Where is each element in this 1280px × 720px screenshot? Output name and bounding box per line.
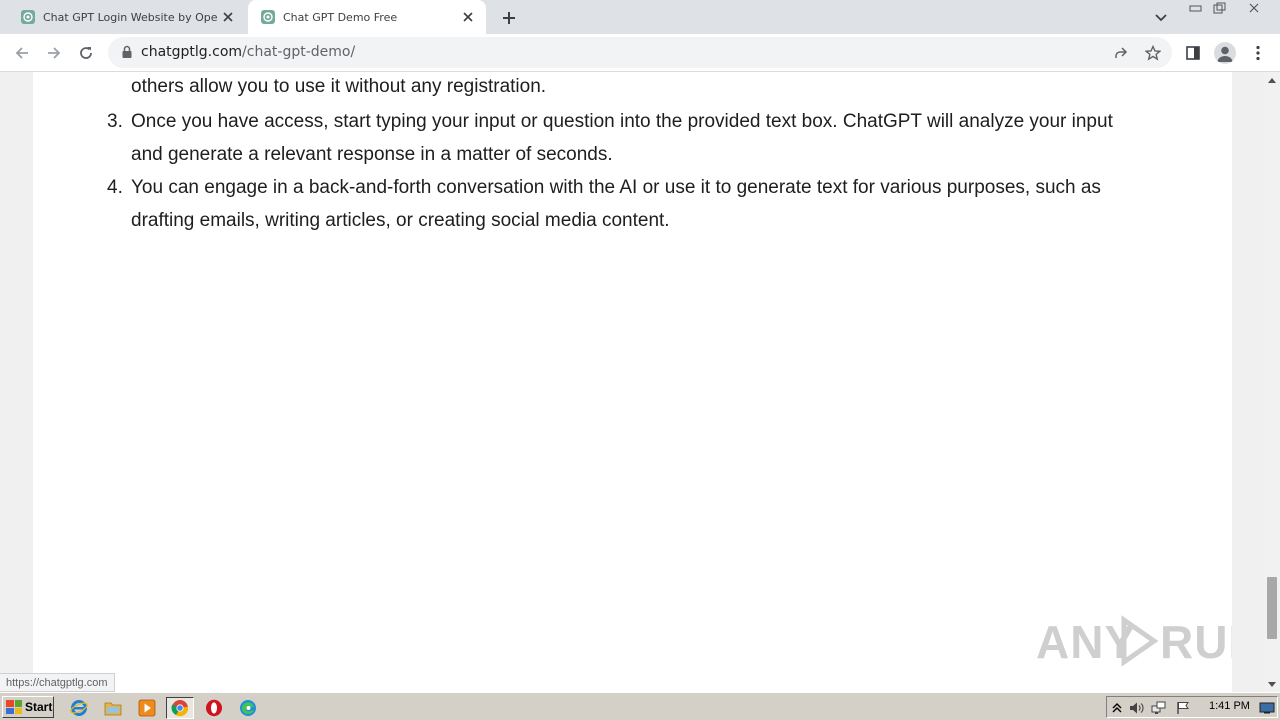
url-domain: chatgptlg.com [141, 44, 243, 60]
svg-text:RUN: RUN [1160, 616, 1232, 668]
url-text: chatgptlg.com/chat-gpt-demo/ [141, 44, 355, 60]
scroll-down-arrow-icon[interactable] [1264, 676, 1280, 692]
openai-logo-icon [260, 9, 276, 25]
profile-avatar[interactable] [1211, 39, 1239, 67]
list-number: 3. [107, 111, 123, 132]
anyrun-watermark-logo: ANY RUN [1036, 610, 1232, 672]
volume-icon[interactable] [1129, 700, 1145, 716]
taskbar-clock[interactable]: 1:41 PM [1209, 700, 1250, 712]
windows-flag-icon [6, 700, 22, 714]
list-item-line: and generate a relevant response in a ma… [131, 144, 613, 165]
menu-kebab-icon[interactable] [1244, 39, 1272, 67]
close-tab-icon[interactable] [218, 7, 238, 27]
scroll-up-arrow-icon[interactable] [1264, 72, 1280, 88]
list-item-continuation: others allow you to use it without any r… [131, 72, 1211, 102]
list-item-line: You can engage in a back-and-forth conve… [131, 177, 1101, 198]
list-item-line: drafting emails, writing articles, or cr… [131, 210, 670, 231]
tab-chatgpt-demo[interactable]: Chat GPT Demo Free [248, 0, 486, 34]
internet-explorer-icon[interactable] [68, 697, 90, 719]
opera-icon[interactable] [203, 697, 225, 719]
action-center-flag-icon[interactable] [1175, 700, 1191, 716]
start-label: Start [25, 700, 53, 714]
page-content-area: others allow you to use it without any r… [33, 72, 1232, 692]
tab-chatgpt-login[interactable]: Chat GPT Login Website by OpenAI, [8, 0, 246, 34]
openai-logo-icon [20, 9, 36, 25]
article-content: others allow you to use it without any r… [107, 72, 1211, 237]
reload-button[interactable] [72, 39, 100, 67]
address-bar[interactable]: chatgptlg.com/chat-gpt-demo/ [108, 37, 1172, 68]
list-item-text: others allow you to use it without any r… [131, 76, 547, 97]
lock-icon[interactable] [120, 45, 134, 59]
network-icon[interactable] [1151, 700, 1167, 716]
restore-button[interactable] [1208, 0, 1232, 16]
new-tab-button[interactable] [498, 7, 520, 29]
system-tray: 1:41 PM [1106, 696, 1278, 718]
scrollbar-thumb[interactable] [1267, 577, 1277, 639]
browser-toolbar: chatgptlg.com/chat-gpt-demo/ [0, 34, 1280, 72]
side-panel-icon[interactable] [1179, 39, 1207, 67]
page-scrollbar[interactable] [1264, 72, 1280, 692]
status-bar-url: https://chatgptlg.com [0, 673, 115, 692]
close-tab-icon[interactable] [458, 7, 478, 27]
forward-button[interactable] [40, 39, 68, 67]
tab-title: Chat GPT Login Website by OpenAI, [43, 10, 218, 24]
list-item: 3. Once you have access, start typing yo… [107, 105, 1211, 171]
chrome-icon[interactable] [166, 697, 194, 719]
edge-icon[interactable] [237, 697, 259, 719]
tab-search-chevron-icon[interactable] [1150, 7, 1172, 29]
show-desktop-icon[interactable] [1259, 700, 1275, 716]
show-hidden-icons-arrow-icon[interactable] [1109, 700, 1125, 716]
tab-title: Chat GPT Demo Free [283, 10, 398, 24]
close-window-button[interactable] [1242, 0, 1266, 16]
url-path: /chat-gpt-demo/ [242, 44, 356, 60]
list-item-line: Once you have access, start typing your … [131, 111, 1113, 132]
windows-taskbar: Start 1:41 PM [0, 692, 1280, 720]
file-explorer-icon[interactable] [102, 697, 124, 719]
avatar-icon [1214, 42, 1236, 64]
start-button[interactable]: Start [2, 696, 54, 718]
list-item: 4. You can engage in a back-and-forth co… [107, 171, 1211, 237]
svg-text:ANY: ANY [1036, 616, 1136, 668]
page-viewport: others allow you to use it without any r… [0, 72, 1280, 692]
share-icon[interactable] [1111, 43, 1131, 63]
media-player-icon[interactable] [136, 697, 158, 719]
list-number: 4. [107, 177, 123, 198]
minimize-button[interactable] [1184, 0, 1208, 16]
back-button[interactable] [8, 39, 36, 67]
tab-strip: Chat GPT Login Website by OpenAI, Chat G… [0, 0, 1280, 34]
bookmark-star-icon[interactable] [1143, 43, 1163, 63]
